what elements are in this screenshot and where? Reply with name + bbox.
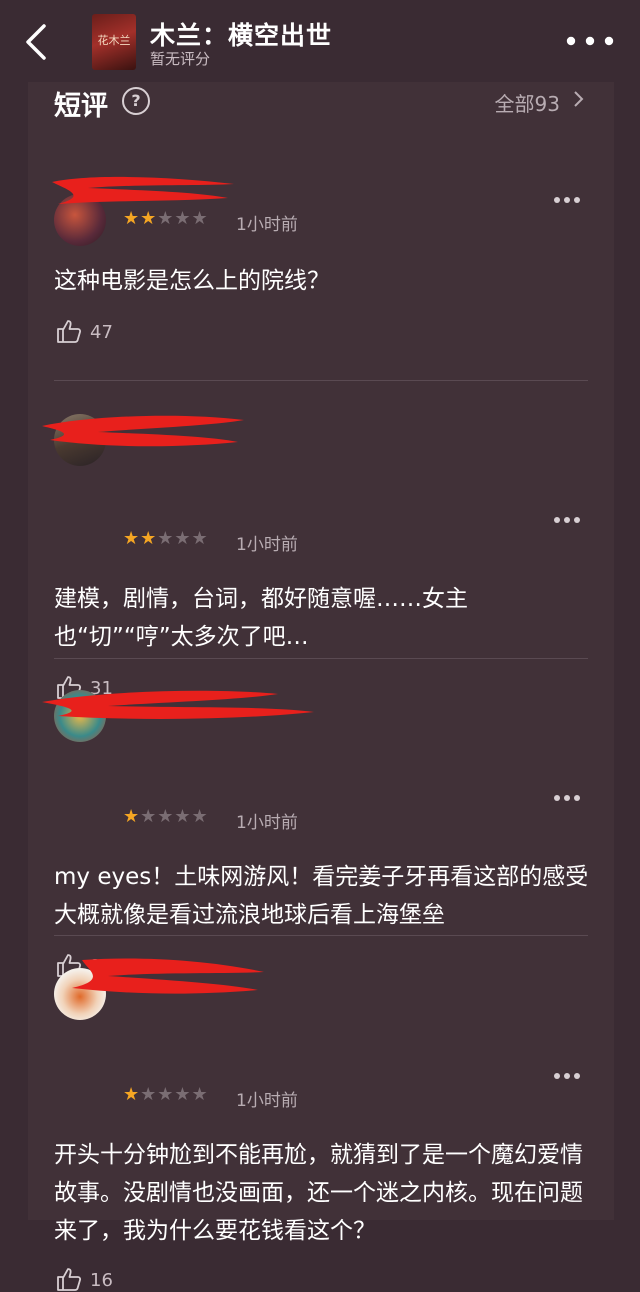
movie-rating: 暂无评分 xyxy=(150,50,211,68)
review-time: 1小时前 xyxy=(236,535,298,555)
stars-filled: ★ xyxy=(123,1084,141,1105)
stars-filled: ★★ xyxy=(123,528,158,549)
thumbs-up-icon[interactable] xyxy=(56,318,82,344)
stars-empty: ★★★★ xyxy=(140,1084,209,1105)
more-options-icon[interactable] xyxy=(553,196,581,204)
review-time: 1小时前 xyxy=(236,813,298,833)
review-text: 这种电影是怎么上的院线？ xyxy=(54,268,330,294)
stars-empty: ★★★★ xyxy=(140,806,209,827)
rating-stars: ★★★★★ xyxy=(123,208,209,229)
divider xyxy=(54,658,588,659)
poster-title: 花木兰 xyxy=(97,34,131,47)
movie-poster[interactable]: 花木兰 xyxy=(92,14,136,70)
like-count: 16 xyxy=(90,1270,113,1291)
all-reviews-link[interactable]: 全部93 xyxy=(495,88,582,117)
rating-stars: ★★★★★ xyxy=(123,1084,209,1105)
thumbs-up-icon[interactable] xyxy=(56,1266,82,1292)
rating-stars: ★★★★★ xyxy=(123,806,209,827)
more-options-icon[interactable] xyxy=(553,1072,581,1080)
stars-filled: ★★ xyxy=(123,208,158,229)
chevron-left-icon[interactable] xyxy=(20,22,54,62)
like-count: 47 xyxy=(90,322,113,343)
redacted-username xyxy=(42,415,244,447)
chevron-right-icon[interactable] xyxy=(572,88,586,110)
review-text: my eyes！土味网游风！看完姜子牙再看这部的感受大概就像是看过流浪地球后看上… xyxy=(54,864,589,928)
more-options-icon[interactable] xyxy=(553,794,581,802)
question-circle-icon[interactable]: ? xyxy=(122,87,150,115)
review-time: 1小时前 xyxy=(236,215,298,235)
more-options-icon[interactable] xyxy=(553,516,581,524)
divider xyxy=(54,380,588,381)
review-text: 建模，剧情，台词，都好随意喔……女主也“切”“哼”太多次了吧… xyxy=(54,586,468,650)
redacted-username xyxy=(42,690,314,719)
redacted-username xyxy=(52,176,234,204)
stars-empty: ★★★ xyxy=(157,208,209,229)
rating-stars: ★★★★★ xyxy=(123,528,209,549)
short-reviews-section: 短评 ? 全部93 ★★★★★ 1小时前 这种电影是怎么上的院线？ 47 ★★★… xyxy=(28,82,614,1291)
review-text: 开头十分钟尬到不能再尬，就猜到了是一个魔幻爱情故事。没剧情也没画面，还一个迷之内… xyxy=(54,1142,583,1244)
more-horizontal-icon[interactable] xyxy=(566,36,630,46)
stars-empty: ★★★ xyxy=(157,528,209,549)
section-title: 短评 xyxy=(54,91,108,122)
redacted-username xyxy=(72,958,264,994)
all-reviews-label: 全部93 xyxy=(494,92,560,116)
page-title: 木兰：横空出世 xyxy=(150,21,333,50)
review-time: 1小时前 xyxy=(236,1091,298,1111)
top-bar: 花木兰 木兰：横空出世 暂无评分 xyxy=(0,0,640,82)
stars-filled: ★ xyxy=(123,806,141,827)
divider xyxy=(54,935,588,936)
